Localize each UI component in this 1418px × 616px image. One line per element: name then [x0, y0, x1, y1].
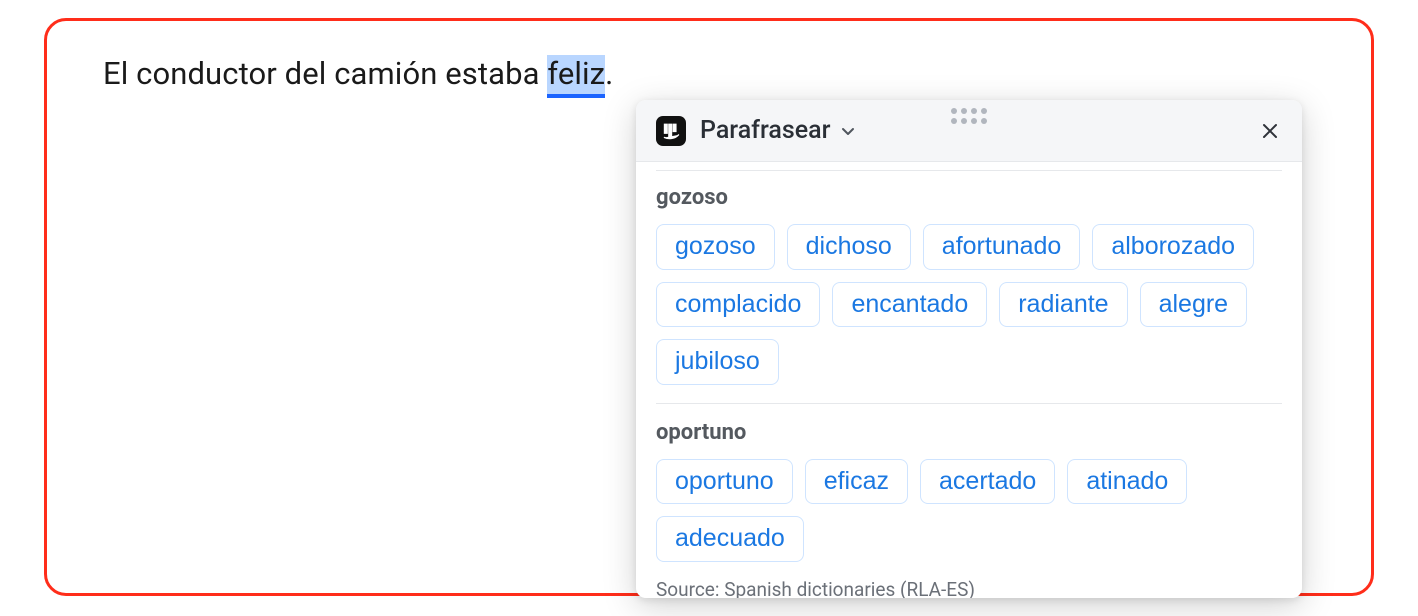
- languagetool-icon: [656, 116, 686, 146]
- group-title: oportuno: [656, 420, 1282, 445]
- chip-row: gozoso dichoso afortunado alborozado com…: [656, 224, 1282, 385]
- synonym-chip[interactable]: alborozado: [1092, 224, 1254, 270]
- group-title: gozoso: [656, 185, 1282, 210]
- synonym-chip[interactable]: acertado: [920, 459, 1055, 505]
- synonym-chip[interactable]: afortunado: [923, 224, 1081, 270]
- synonym-group: oportuno oportuno eficaz acertado atinad…: [656, 420, 1282, 562]
- popup-title-dropdown[interactable]: Parafrasear: [700, 116, 856, 145]
- drag-handle-icon[interactable]: [951, 108, 987, 124]
- sentence-prefix: El conductor del camión estaba: [103, 55, 547, 92]
- synonym-chip[interactable]: adecuado: [656, 516, 804, 562]
- synonym-group: gozoso gozoso dichoso afortunado alboroz…: [656, 185, 1282, 385]
- popup-header: Parafrasear: [636, 100, 1302, 162]
- chevron-down-icon: [840, 123, 856, 139]
- divider: [656, 170, 1282, 171]
- chip-row: oportuno eficaz acertado atinado adecuad…: [656, 459, 1282, 562]
- synonym-chip[interactable]: gozoso: [656, 224, 775, 270]
- synonym-chip[interactable]: oportuno: [656, 459, 793, 505]
- close-icon: [1260, 121, 1280, 141]
- sentence-suffix: .: [605, 55, 613, 92]
- synonym-chip[interactable]: encantado: [832, 282, 987, 328]
- highlighted-word[interactable]: feliz: [547, 55, 605, 98]
- synonym-chip[interactable]: jubiloso: [656, 339, 779, 385]
- source-text: Source: Spanish dictionaries (RLA-ES): [656, 578, 1282, 599]
- popup-title-text: Parafrasear: [700, 116, 830, 145]
- divider: [656, 403, 1282, 404]
- synonym-chip[interactable]: radiante: [999, 282, 1127, 328]
- sentence[interactable]: El conductor del camión estaba feliz.: [103, 53, 1315, 95]
- synonym-chip[interactable]: complacido: [656, 282, 820, 328]
- close-button[interactable]: [1256, 117, 1284, 145]
- paraphrase-popup: Parafrasear gozoso gozoso dichoso afortu…: [636, 100, 1302, 598]
- synonym-chip[interactable]: dichoso: [787, 224, 911, 270]
- synonym-chip[interactable]: atinado: [1067, 459, 1187, 505]
- synonym-chip[interactable]: eficaz: [805, 459, 908, 505]
- synonym-chip[interactable]: alegre: [1140, 282, 1248, 328]
- popup-body: gozoso gozoso dichoso afortunado alboroz…: [636, 162, 1302, 598]
